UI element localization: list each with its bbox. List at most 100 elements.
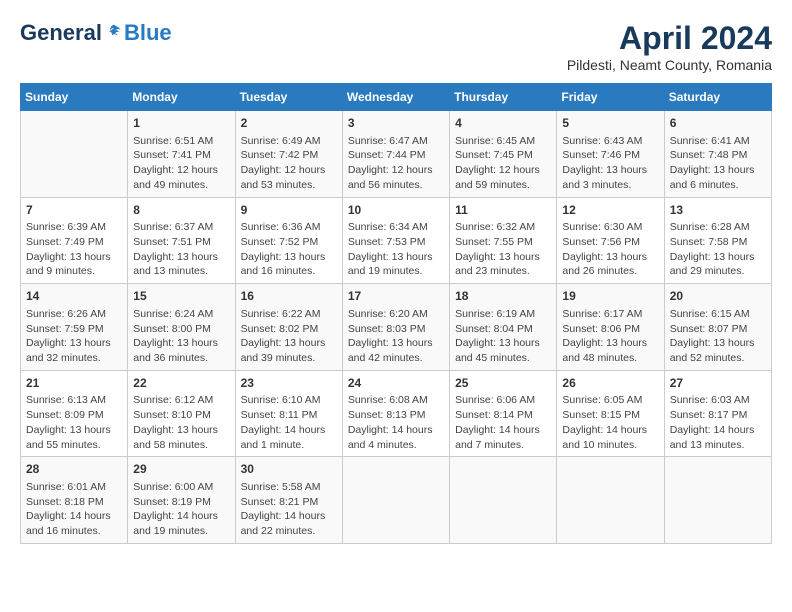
calendar-week-row: 14 Sunrise: 6:26 AM Sunset: 7:59 PM Dayli… [21, 284, 772, 371]
calendar-cell [664, 457, 771, 544]
header-saturday: Saturday [664, 84, 771, 111]
day-number: 12 [562, 202, 658, 219]
calendar-cell: 28 Sunrise: 6:01 AM Sunset: 8:18 PM Dayli… [21, 457, 128, 544]
day-content: Sunrise: 6:49 AM Sunset: 7:42 PM Dayligh… [241, 134, 337, 193]
calendar-cell [557, 457, 664, 544]
calendar-cell: 13Sunrise: 6:28 AM Sunset: 7:58 PM Dayli… [664, 197, 771, 284]
day-content: Sunrise: 6:36 AM Sunset: 7:52 PM Dayligh… [241, 220, 337, 279]
day-content: Sunrise: 6:20 AM Sunset: 8:03 PM Dayligh… [348, 307, 444, 366]
calendar-week-row: 7Sunrise: 6:39 AM Sunset: 7:49 PM Daylig… [21, 197, 772, 284]
day-number: 6 [670, 115, 766, 132]
day-number: 19 [562, 288, 658, 305]
calendar-week-row: 1 Sunrise: 6:51 AM Sunset: 7:41 PM Daylig… [21, 111, 772, 198]
calendar-cell: 24Sunrise: 6:08 AM Sunset: 8:13 PM Dayli… [342, 370, 449, 457]
day-content: Sunrise: 6:32 AM Sunset: 7:55 PM Dayligh… [455, 220, 551, 279]
page-title: April 2024 [567, 20, 772, 57]
header-thursday: Thursday [450, 84, 557, 111]
day-content: Sunrise: 6:15 AM Sunset: 8:07 PM Dayligh… [670, 307, 766, 366]
page-header: General Blue April 2024 Pildesti, Neamt … [20, 20, 772, 73]
day-number: 7 [26, 202, 122, 219]
day-content: Sunrise: 6:06 AM Sunset: 8:14 PM Dayligh… [455, 393, 551, 452]
day-content: Sunrise: 6:41 AM Sunset: 7:48 PM Dayligh… [670, 134, 766, 193]
calendar-cell: 23Sunrise: 6:10 AM Sunset: 8:11 PM Dayli… [235, 370, 342, 457]
day-content: Sunrise: 6:47 AM Sunset: 7:44 PM Dayligh… [348, 134, 444, 193]
day-number: 2 [241, 115, 337, 132]
day-content: Sunrise: 6:24 AM Sunset: 8:00 PM Dayligh… [133, 307, 229, 366]
day-number: 14 [26, 288, 122, 305]
day-number: 30 [241, 461, 337, 478]
calendar-header-row: SundayMondayTuesdayWednesdayThursdayFrid… [21, 84, 772, 111]
logo-blue: Blue [124, 20, 172, 46]
day-number: 9 [241, 202, 337, 219]
day-number: 29 [133, 461, 229, 478]
day-number: 16 [241, 288, 337, 305]
day-number: 17 [348, 288, 444, 305]
day-content: Sunrise: 6:08 AM Sunset: 8:13 PM Dayligh… [348, 393, 444, 452]
calendar-cell: 14 Sunrise: 6:26 AM Sunset: 7:59 PM Dayli… [21, 284, 128, 371]
day-content: Sunrise: 6:39 AM Sunset: 7:49 PM Dayligh… [26, 220, 122, 279]
day-number: 5 [562, 115, 658, 132]
calendar-cell: 3 Sunrise: 6:47 AM Sunset: 7:44 PM Daylig… [342, 111, 449, 198]
calendar-cell: 4Sunrise: 6:45 AM Sunset: 7:45 PM Daylig… [450, 111, 557, 198]
calendar-cell: 11Sunrise: 6:32 AM Sunset: 7:55 PM Dayli… [450, 197, 557, 284]
header-friday: Friday [557, 84, 664, 111]
day-number: 26 [562, 375, 658, 392]
day-content: Sunrise: 6:26 AM Sunset: 7:59 PM Dayligh… [26, 307, 122, 366]
header-wednesday: Wednesday [342, 84, 449, 111]
day-content: Sunrise: 5:58 AM Sunset: 8:21 PM Dayligh… [241, 480, 337, 539]
day-number: 10 [348, 202, 444, 219]
calendar-cell: 6 Sunrise: 6:41 AM Sunset: 7:48 PM Daylig… [664, 111, 771, 198]
calendar-cell: 9Sunrise: 6:36 AM Sunset: 7:52 PM Daylig… [235, 197, 342, 284]
calendar-cell: 26Sunrise: 6:05 AM Sunset: 8:15 PM Dayli… [557, 370, 664, 457]
day-number: 23 [241, 375, 337, 392]
page-subtitle: Pildesti, Neamt County, Romania [567, 57, 772, 73]
day-content: Sunrise: 6:30 AM Sunset: 7:56 PM Dayligh… [562, 220, 658, 279]
calendar-cell: 10Sunrise: 6:34 AM Sunset: 7:53 PM Dayli… [342, 197, 449, 284]
day-content: Sunrise: 6:12 AM Sunset: 8:10 PM Dayligh… [133, 393, 229, 452]
day-number: 25 [455, 375, 551, 392]
day-number: 18 [455, 288, 551, 305]
day-number: 13 [670, 202, 766, 219]
calendar-cell: 20 Sunrise: 6:15 AM Sunset: 8:07 PM Dayli… [664, 284, 771, 371]
logo: General Blue [20, 20, 172, 46]
day-content: Sunrise: 6:28 AM Sunset: 7:58 PM Dayligh… [670, 220, 766, 279]
day-content: Sunrise: 6:03 AM Sunset: 8:17 PM Dayligh… [670, 393, 766, 452]
calendar-cell: 22Sunrise: 6:12 AM Sunset: 8:10 PM Dayli… [128, 370, 235, 457]
day-content: Sunrise: 6:45 AM Sunset: 7:45 PM Dayligh… [455, 134, 551, 193]
calendar-week-row: 28 Sunrise: 6:01 AM Sunset: 8:18 PM Dayli… [21, 457, 772, 544]
calendar-cell: 17 Sunrise: 6:20 AM Sunset: 8:03 PM Dayli… [342, 284, 449, 371]
day-number: 28 [26, 461, 122, 478]
calendar-week-row: 21Sunrise: 6:13 AM Sunset: 8:09 PM Dayli… [21, 370, 772, 457]
day-content: Sunrise: 6:13 AM Sunset: 8:09 PM Dayligh… [26, 393, 122, 452]
logo-general: General [20, 20, 102, 46]
day-content: Sunrise: 6:17 AM Sunset: 8:06 PM Dayligh… [562, 307, 658, 366]
day-number: 3 [348, 115, 444, 132]
calendar-cell: 29Sunrise: 6:00 AM Sunset: 8:19 PM Dayli… [128, 457, 235, 544]
calendar-cell: 25Sunrise: 6:06 AM Sunset: 8:14 PM Dayli… [450, 370, 557, 457]
calendar-table: SundayMondayTuesdayWednesdayThursdayFrid… [20, 83, 772, 544]
calendar-cell: 27Sunrise: 6:03 AM Sunset: 8:17 PM Dayli… [664, 370, 771, 457]
day-content: Sunrise: 6:01 AM Sunset: 8:18 PM Dayligh… [26, 480, 122, 539]
day-number: 20 [670, 288, 766, 305]
day-content: Sunrise: 6:05 AM Sunset: 8:15 PM Dayligh… [562, 393, 658, 452]
day-number: 22 [133, 375, 229, 392]
header-tuesday: Tuesday [235, 84, 342, 111]
calendar-cell: 19 Sunrise: 6:17 AM Sunset: 8:06 PM Dayli… [557, 284, 664, 371]
logo-bird-icon [104, 23, 124, 43]
day-number: 15 [133, 288, 229, 305]
calendar-cell: 8Sunrise: 6:37 AM Sunset: 7:51 PM Daylig… [128, 197, 235, 284]
day-content: Sunrise: 6:51 AM Sunset: 7:41 PM Dayligh… [133, 134, 229, 193]
calendar-cell: 2 Sunrise: 6:49 AM Sunset: 7:42 PM Daylig… [235, 111, 342, 198]
calendar-cell: 30 Sunrise: 5:58 AM Sunset: 8:21 PM Dayli… [235, 457, 342, 544]
calendar-cell: 5 Sunrise: 6:43 AM Sunset: 7:46 PM Daylig… [557, 111, 664, 198]
calendar-cell: 1 Sunrise: 6:51 AM Sunset: 7:41 PM Daylig… [128, 111, 235, 198]
calendar-cell: 18 Sunrise: 6:19 AM Sunset: 8:04 PM Dayli… [450, 284, 557, 371]
day-number: 8 [133, 202, 229, 219]
title-section: April 2024 Pildesti, Neamt County, Roman… [567, 20, 772, 73]
header-sunday: Sunday [21, 84, 128, 111]
day-content: Sunrise: 6:19 AM Sunset: 8:04 PM Dayligh… [455, 307, 551, 366]
header-monday: Monday [128, 84, 235, 111]
day-number: 1 [133, 115, 229, 132]
day-content: Sunrise: 6:43 AM Sunset: 7:46 PM Dayligh… [562, 134, 658, 193]
day-number: 27 [670, 375, 766, 392]
